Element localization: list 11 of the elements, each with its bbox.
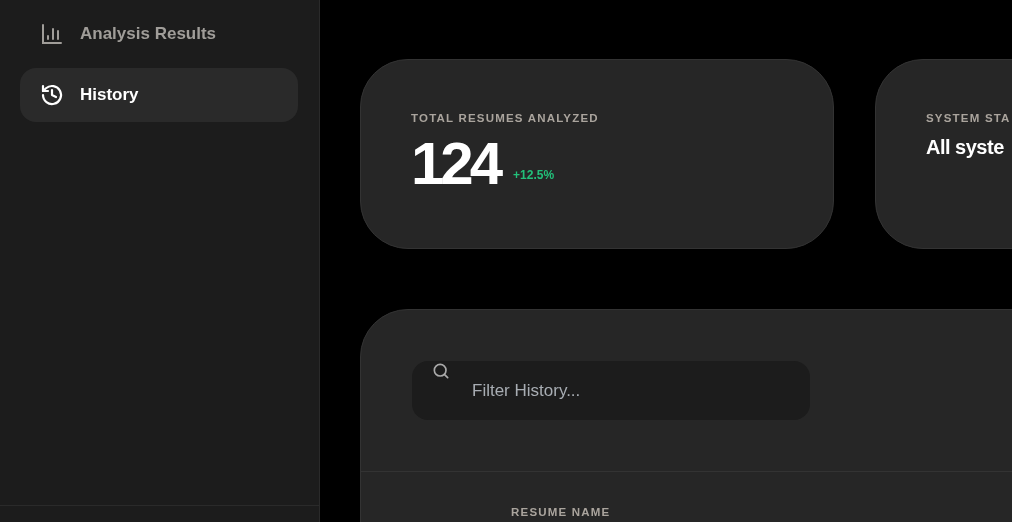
history-icon <box>40 83 64 107</box>
stat-label: SYSTEM STA <box>926 112 1012 124</box>
stat-value: All syste <box>926 136 1004 159</box>
nav-item[interactable]: History <box>20 68 298 122</box>
column-header: RESUME NAME <box>511 506 611 518</box>
stat-label: TOTAL RESUMES ANALYZED <box>411 112 600 124</box>
stat-value: 124 <box>411 138 500 190</box>
filter-field[interactable]: Filter History... <box>412 361 810 420</box>
nav-item[interactable]: Analysis Results <box>20 14 298 54</box>
bar-chart-icon <box>40 22 64 46</box>
stat-change: +12.5% <box>513 168 555 182</box>
